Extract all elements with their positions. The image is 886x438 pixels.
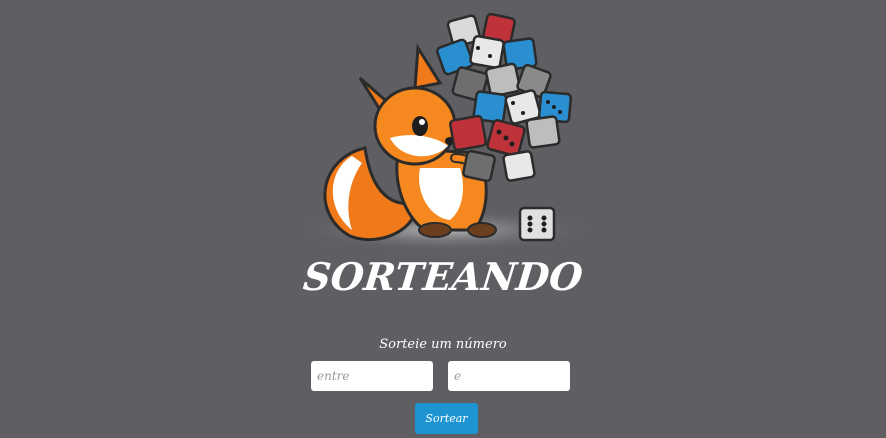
range-from-input[interactable] [311, 361, 433, 391]
page: SORTEANDO Sorteie um número Sortear [0, 0, 886, 438]
page-title: SORTEANDO [301, 254, 585, 299]
fox-with-dice-illustration [295, 12, 595, 252]
form-subtitle: Sorteie um número [379, 337, 507, 352]
draw-button[interactable]: Sortear [415, 403, 478, 434]
range-to-input[interactable] [448, 361, 570, 391]
